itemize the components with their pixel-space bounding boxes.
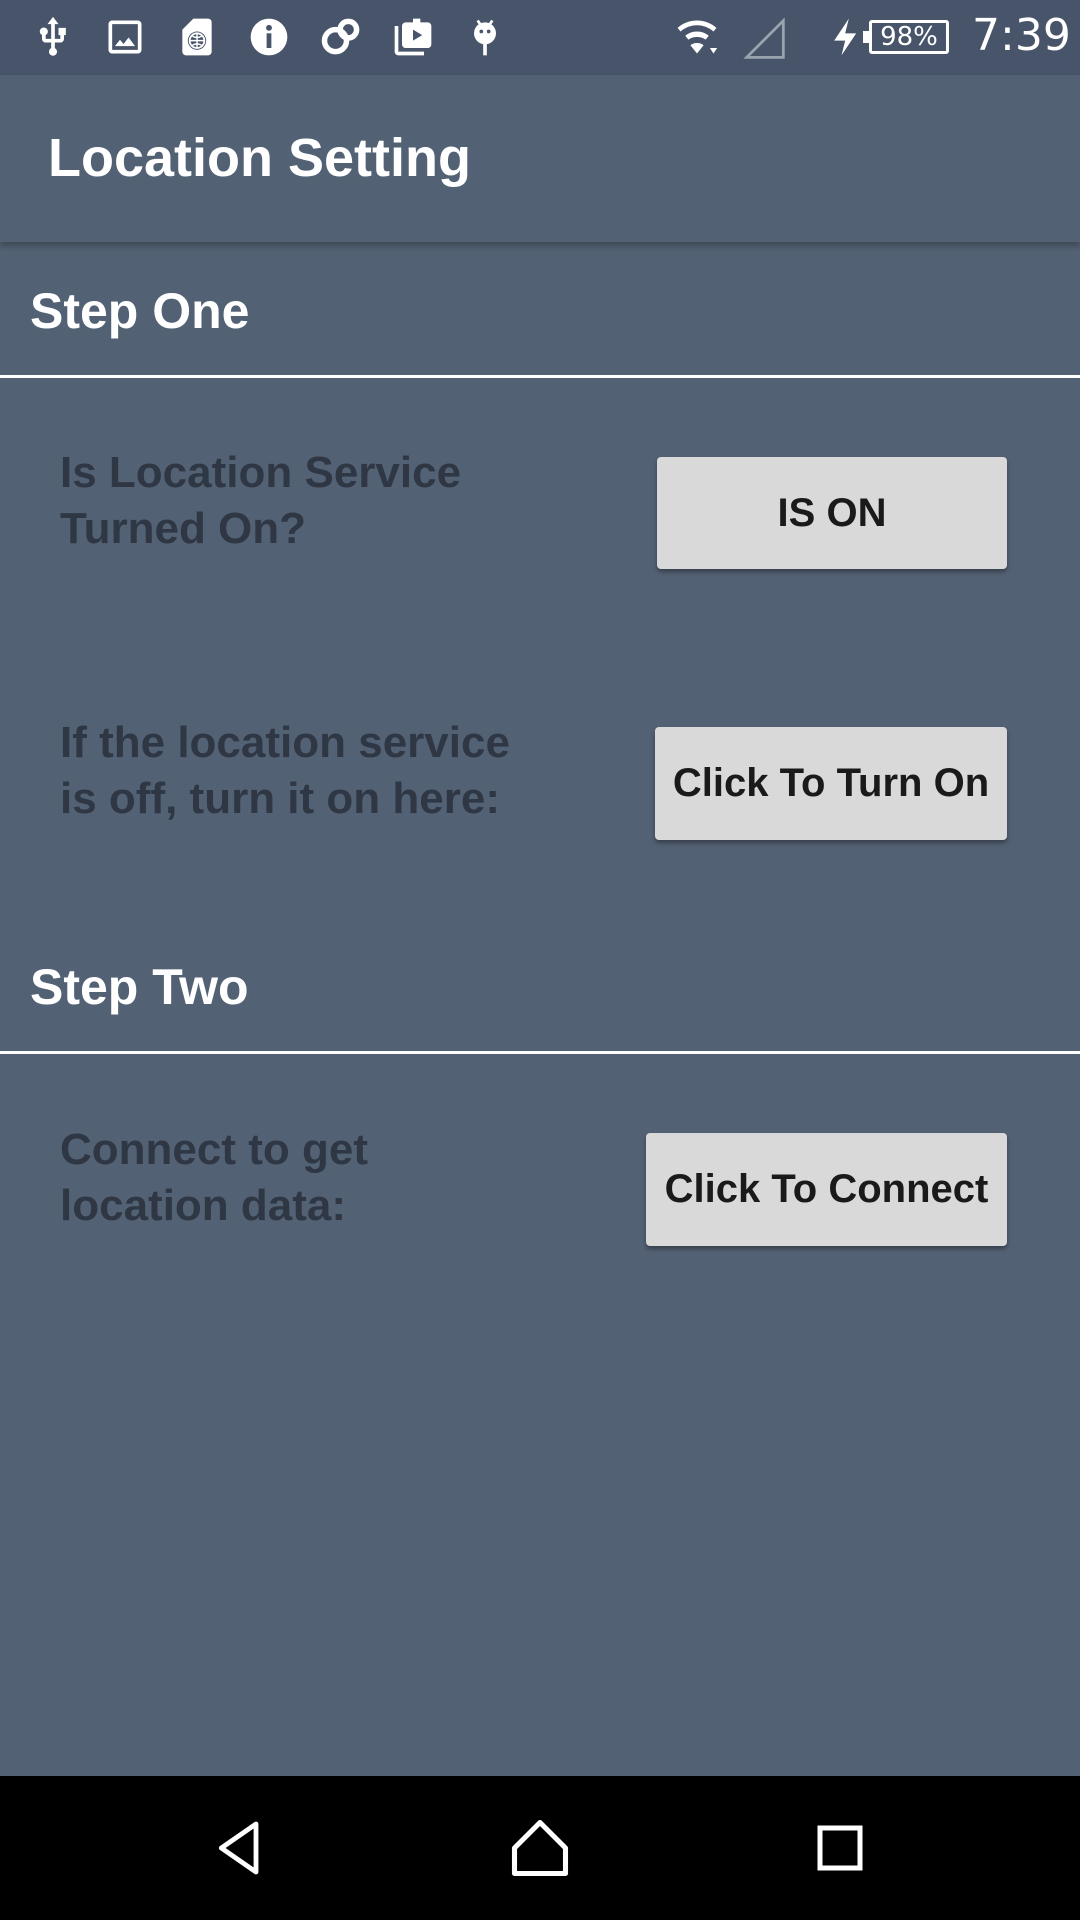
is-on-button[interactable]: IS ON — [657, 457, 1007, 569]
location-service-label-line2: Turned On? — [60, 504, 307, 553]
status-bar: 98% 7:39 — [0, 0, 1080, 75]
sim-globe-icon — [172, 12, 222, 62]
connect-label: Connect to get location data: — [60, 1122, 620, 1234]
connect-button[interactable]: Click To Connect — [646, 1133, 1007, 1246]
app-bar: Location Setting — [0, 75, 1080, 242]
turn-on-label-line2: is off, turn it on here: — [60, 774, 500, 823]
info-icon — [244, 12, 294, 62]
step-two-divider — [0, 1051, 1080, 1054]
recents-icon[interactable] — [790, 1798, 890, 1898]
home-icon[interactable] — [490, 1798, 590, 1898]
video-icon — [388, 12, 438, 62]
cell-signal-icon — [740, 14, 790, 64]
wifi-icon — [672, 12, 722, 62]
android-icon — [460, 12, 510, 62]
connect-label-line2: location data: — [60, 1181, 347, 1230]
turn-on-label: If the location service is off, turn it … — [60, 715, 620, 827]
link-icon — [316, 12, 366, 62]
connect-label-line1: Connect to get — [60, 1125, 368, 1174]
clock: 7:39 — [972, 10, 1071, 61]
turn-on-label-line1: If the location service — [60, 718, 510, 767]
page-title: Location Setting — [48, 128, 471, 188]
battery-indicator: 98% — [863, 20, 949, 54]
usb-icon — [28, 12, 78, 62]
image-icon — [100, 12, 150, 62]
back-icon[interactable] — [190, 1798, 290, 1898]
navigation-bar — [0, 1776, 1080, 1920]
step-two-title: Step Two — [30, 959, 249, 1015]
location-service-label-line1: Is Location Service — [60, 448, 462, 497]
turn-on-button[interactable]: Click To Turn On — [655, 727, 1007, 840]
step-one-divider — [0, 375, 1080, 378]
step-one-title: Step One — [30, 283, 250, 339]
location-service-label: Is Location Service Turned On? — [60, 445, 620, 557]
